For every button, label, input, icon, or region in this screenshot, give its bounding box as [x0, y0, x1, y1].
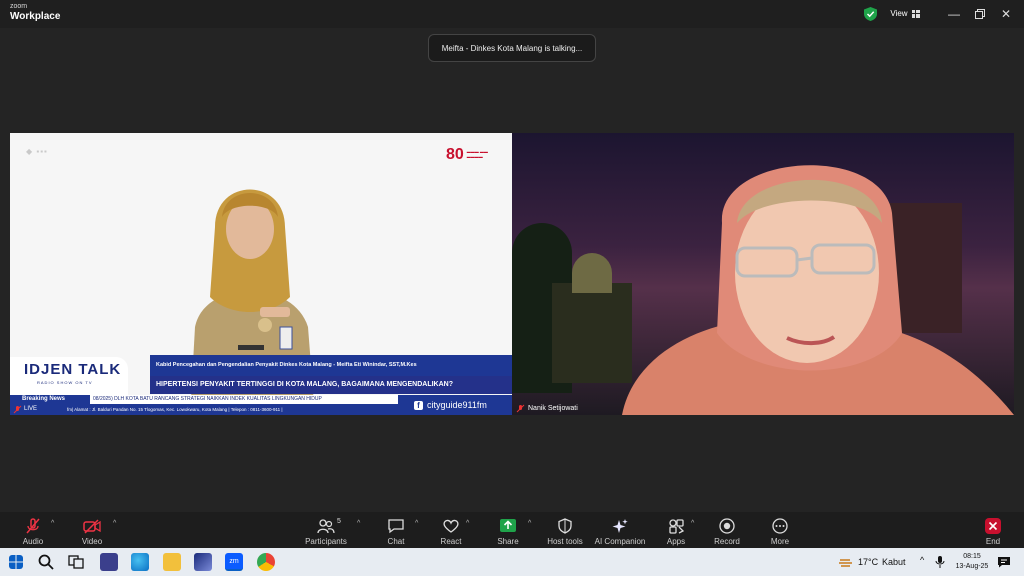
- grid-icon: [911, 9, 920, 18]
- chevron-up-icon[interactable]: ^: [920, 555, 924, 565]
- background-dome: [572, 253, 612, 293]
- minimize-icon[interactable]: —: [946, 6, 962, 22]
- guest-name: Kabid Pencegahan dan Pengendalian Penyak…: [156, 362, 417, 368]
- breaking-news-label: Breaking News: [10, 395, 90, 404]
- brand-bottom: Workplace: [10, 11, 61, 22]
- show-logo: IDJEN TALK RADIO SHOW ON TV: [10, 357, 128, 395]
- app-brand: zoom Workplace: [10, 3, 60, 22]
- host-tools-button[interactable]: Host tools: [535, 518, 595, 546]
- more-button[interactable]: More: [750, 518, 810, 546]
- apps-label: Apps: [666, 537, 686, 546]
- address-ticker: fm| Alamat : Jl. Balduri Pandan No. 15 T…: [64, 404, 400, 415]
- headline: HIPERTENSI PENYAKIT TERTINGGI DI KOTA MA…: [156, 381, 453, 388]
- show-name: IDJEN TALK: [24, 361, 122, 378]
- meeting-toolbar: Audio ^ Video ^ Participants 5 ^ Chat ^ …: [0, 512, 1024, 548]
- view-button[interactable]: View: [884, 5, 926, 22]
- close-icon[interactable]: ✕: [998, 6, 1014, 22]
- live-badge: LIVE: [10, 404, 64, 415]
- live-label: LIVE: [24, 406, 38, 412]
- chat-icon: [388, 519, 404, 534]
- share-label: Share: [497, 537, 519, 546]
- shield-icon[interactable]: [864, 7, 877, 21]
- background-building: [552, 283, 632, 383]
- mic-muted-icon: [13, 405, 22, 414]
- anniversary-number: 80: [446, 146, 464, 163]
- video-label: Video: [81, 537, 103, 546]
- brand-top: zoom: [10, 3, 28, 10]
- weather-desc: Kabut: [882, 557, 906, 567]
- react-options-chevron-icon[interactable]: ^: [466, 520, 469, 527]
- talking-text: Meifta - Dinkes Kota Malang is talking..…: [441, 43, 583, 53]
- social-handle-text: cityguide911fm: [427, 400, 487, 410]
- file-explorer-icon[interactable]: [163, 553, 181, 571]
- search-icon[interactable]: [37, 553, 55, 571]
- participant-name: Nanik Setijowati: [528, 405, 578, 412]
- chat-label: Chat: [387, 537, 405, 546]
- ai-companion-label: AI Companion: [594, 537, 646, 546]
- system-clock[interactable]: 08:15 13-Aug-25: [950, 552, 994, 572]
- clock-date: 13-Aug-25: [955, 563, 989, 570]
- participants-button[interactable]: Participants: [296, 518, 356, 546]
- title-bar: zoom Workplace View — ✕: [0, 0, 1024, 28]
- share-screen-icon: [500, 519, 516, 532]
- end-call-icon: [985, 518, 1001, 534]
- zoom-taskbar-icon[interactable]: zm: [225, 553, 243, 571]
- show-subtitle: RADIO SHOW ON TV: [37, 380, 93, 385]
- record-label: Record: [714, 537, 740, 546]
- windows-start-icon[interactable]: [9, 555, 23, 569]
- end-button[interactable]: End: [963, 518, 1023, 546]
- clock-time: 08:15: [963, 553, 981, 560]
- mic-muted-icon: [516, 404, 525, 413]
- react-button[interactable]: React: [421, 518, 481, 546]
- edge-browser-icon[interactable]: [131, 553, 149, 571]
- news-ticker: 08/2025) DLH KOTA BATU RANCANG STRATEGI …: [90, 395, 400, 404]
- heart-icon: [443, 519, 459, 533]
- facebook-icon: f: [414, 400, 423, 410]
- social-handle: f cityguide911fm: [398, 395, 512, 415]
- view-label: View: [890, 9, 908, 18]
- more-label: More: [770, 537, 790, 546]
- audio-options-chevron-icon[interactable]: ^: [51, 520, 54, 527]
- end-label: End: [985, 537, 1001, 546]
- host-tools-label: Host tools: [547, 537, 583, 546]
- tv-logo-watermark: ◆ ▪▪▪: [26, 147, 48, 156]
- more-icon: [772, 518, 788, 534]
- record-button[interactable]: Record: [697, 518, 757, 546]
- chrome-browser-icon[interactable]: [257, 553, 275, 571]
- os-taskbar: zm 17°C Kabut ^ 08:15 13-Aug-25: [0, 548, 1024, 576]
- participants-label: Participants: [305, 537, 347, 546]
- participants-icon: [317, 519, 335, 534]
- chat-options-chevron-icon[interactable]: ^: [415, 520, 418, 527]
- mic-muted-icon: [26, 518, 40, 534]
- participant-figure: [622, 165, 1014, 415]
- weather-temp: 17°C: [858, 557, 879, 567]
- headline-strip: HIPERTENSI PENYAKIT TERTINGGI DI KOTA MA…: [150, 376, 512, 394]
- notifications-icon[interactable]: [997, 556, 1011, 568]
- shield-icon: [558, 518, 572, 534]
- store-app-icon[interactable]: [100, 553, 118, 571]
- record-icon: [719, 518, 735, 534]
- task-view-icon[interactable]: [67, 553, 85, 571]
- video-tile-left[interactable]: ◆ ▪▪▪ 80 ▬▬▬ ▬▬ ▬▬▬▬ IDJEN TALK RADIO SH…: [10, 133, 512, 415]
- app-icon[interactable]: [194, 553, 212, 571]
- share-options-chevron-icon[interactable]: ^: [528, 520, 531, 527]
- video-tile-right[interactable]: Nanik Setijowati: [512, 133, 1014, 415]
- anniversary-logo: 80 ▬▬▬ ▬▬ ▬▬▬▬: [446, 146, 495, 164]
- microphone-icon[interactable]: [934, 556, 946, 568]
- react-label: React: [440, 537, 462, 546]
- sparkle-icon: [612, 519, 628, 533]
- audio-label: Audio: [22, 537, 44, 546]
- participants-count: 5: [337, 518, 341, 525]
- apps-icon: [669, 519, 685, 534]
- participants-options-chevron-icon[interactable]: ^: [357, 520, 360, 527]
- talking-indicator: Meifta - Dinkes Kota Malang is talking..…: [428, 34, 596, 62]
- restore-icon[interactable]: [972, 6, 988, 22]
- weather-icon[interactable]: [838, 553, 854, 571]
- video-options-chevron-icon[interactable]: ^: [113, 520, 116, 527]
- apps-options-chevron-icon[interactable]: ^: [691, 520, 694, 527]
- ai-companion-button[interactable]: AI Companion: [590, 518, 650, 546]
- video-muted-icon: [83, 519, 101, 534]
- anniversary-lettering: ▬▬▬ ▬▬ ▬▬▬▬: [466, 149, 488, 159]
